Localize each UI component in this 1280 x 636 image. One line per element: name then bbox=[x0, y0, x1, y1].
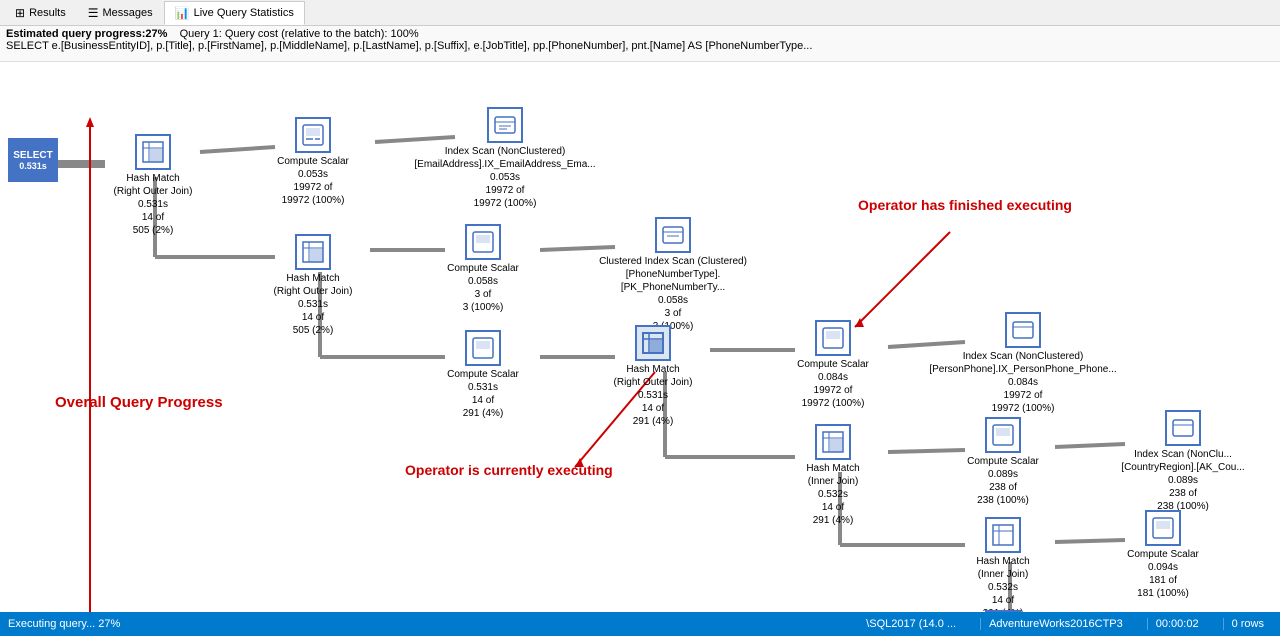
messages-icon: ☰ bbox=[88, 6, 99, 20]
overall-progress-label: Overall Query Progress bbox=[55, 394, 223, 411]
diagram-canvas: SELECT 0.531s Hash Match(Right Outer Joi… bbox=[0, 62, 1280, 612]
status-right: \SQL2017 (14.0 ... AdventureWorks2016CTP… bbox=[858, 618, 1272, 630]
tab-messages[interactable]: ☰ Messages bbox=[77, 1, 164, 25]
compute-scalar-node-5[interactable]: Compute Scalar0.089s238 of238 (100%) bbox=[948, 417, 1058, 507]
compute-scalar-node-1[interactable]: Compute Scalar0.053s19972 of19972 (100%) bbox=[258, 117, 368, 207]
query-cost-line: Estimated query progress:27% Query 1: Qu… bbox=[6, 28, 419, 40]
hash-match-icon-3 bbox=[635, 325, 671, 361]
select-box: SELECT 0.531s bbox=[8, 138, 58, 182]
tab-bar: ⊞ Results ☰ Messages 📊 Live Query Statis… bbox=[0, 0, 1280, 26]
operator-finished-label: Operator has finished executing bbox=[858, 197, 1072, 213]
hash-match-icon-4 bbox=[815, 424, 851, 460]
compute-scalar-node-6[interactable]: Compute Scalar0.094s181 of181 (100%) bbox=[1108, 510, 1218, 600]
clustered-index-node[interactable]: Clustered Index Scan (Clustered)[PhoneNu… bbox=[598, 217, 748, 333]
hash-match-node-5[interactable]: Hash Match(Inner Join)0.532s14 of291 (4%… bbox=[948, 517, 1058, 612]
hash-match-icon-2 bbox=[295, 234, 331, 270]
main-diagram-area: SELECT 0.531s Hash Match(Right Outer Joi… bbox=[0, 62, 1280, 612]
index-scan-node-1[interactable]: Index Scan (NonClustered)[EmailAddress].… bbox=[435, 107, 575, 210]
server-status: \SQL2017 (14.0 ... bbox=[858, 618, 964, 630]
time-status: 00:00:02 bbox=[1147, 618, 1207, 630]
rows-status: 0 rows bbox=[1223, 618, 1272, 630]
hash-match-node-1[interactable]: Hash Match(Right Outer Join)0.531s14 of5… bbox=[98, 134, 208, 237]
index-scan-icon-2 bbox=[1005, 312, 1041, 348]
tab-results[interactable]: ⊞ Results bbox=[4, 1, 77, 25]
compute-scalar-node-2[interactable]: Compute Scalar0.058s3 of3 (100%) bbox=[428, 224, 538, 314]
compute-scalar-node-4[interactable]: Compute Scalar0.084s19972 of19972 (100%) bbox=[778, 320, 888, 410]
index-scan-icon-3 bbox=[1165, 410, 1201, 446]
compute-icon-2 bbox=[465, 224, 501, 260]
compute-scalar-node-3[interactable]: Compute Scalar0.531s14 of291 (4%) bbox=[428, 330, 538, 420]
hash-match-icon-1 bbox=[135, 134, 171, 170]
clustered-index-icon bbox=[655, 217, 691, 253]
query-sql-line: SELECT e.[BusinessEntityID], p.[Title], … bbox=[6, 40, 812, 52]
executing-status: Executing query... 27% bbox=[8, 618, 120, 630]
status-bar: Executing query... 27% \SQL2017 (14.0 ..… bbox=[0, 612, 1280, 636]
index-scan-node-2[interactable]: Index Scan (NonClustered)[PersonPhone].I… bbox=[948, 312, 1098, 415]
diagram-scroll[interactable]: SELECT 0.531s Hash Match(Right Outer Joi… bbox=[0, 62, 1280, 612]
query-info-bar: Estimated query progress:27% Query 1: Qu… bbox=[0, 26, 1280, 62]
hash-match-node-2[interactable]: Hash Match(Right Outer Join)0.531s14 of5… bbox=[258, 234, 368, 337]
live-query-icon: 📊 bbox=[175, 6, 190, 20]
compute-icon-3 bbox=[465, 330, 501, 366]
compute-icon-6 bbox=[1145, 510, 1181, 546]
compute-icon-5 bbox=[985, 417, 1021, 453]
select-node[interactable]: SELECT 0.531s bbox=[8, 138, 58, 182]
tab-live-query[interactable]: 📊 Live Query Statistics bbox=[164, 1, 305, 25]
index-scan-node-3[interactable]: Index Scan (NonClu...[CountryRegion].[AK… bbox=[1108, 410, 1258, 513]
operator-executing-label: Operator is currently executing bbox=[405, 462, 613, 478]
hash-match-icon-5 bbox=[985, 517, 1021, 553]
index-scan-icon-1 bbox=[487, 107, 523, 143]
database-status: AdventureWorks2016CTP3 bbox=[980, 618, 1131, 630]
hash-match-node-3-executing[interactable]: Hash Match(Right Outer Join)0.531s14 of2… bbox=[598, 325, 708, 428]
hash-match-node-4[interactable]: Hash Match(Inner Join)0.532s14 of291 (4%… bbox=[778, 424, 888, 527]
status-left: Executing query... 27% bbox=[8, 618, 120, 630]
compute-icon-1 bbox=[295, 117, 331, 153]
compute-icon-4 bbox=[815, 320, 851, 356]
results-icon: ⊞ bbox=[15, 6, 25, 20]
